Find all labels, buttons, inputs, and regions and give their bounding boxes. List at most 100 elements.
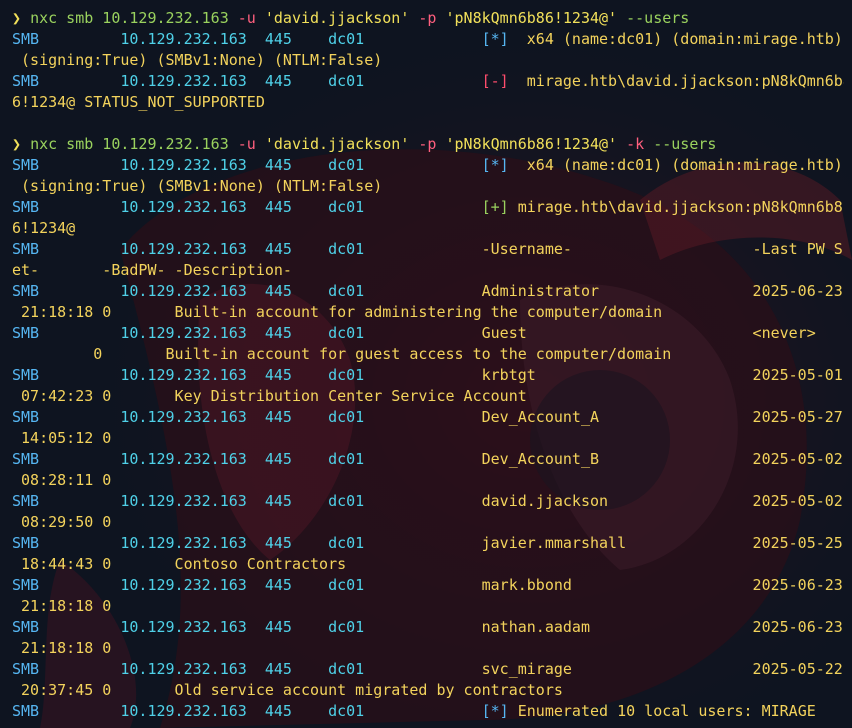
- terminal-text-segment: SMB: [12, 198, 40, 216]
- terminal-text-segment: (signing:True) (SMBv1:None) (NTLM:False): [12, 51, 383, 69]
- terminal-text-segment: 6!1234@ STATUS_NOT_SUPPORTED: [12, 93, 265, 111]
- terminal-line: ❯ nxc smb 10.129.232.163 -u 'david.jjack…: [12, 134, 844, 155]
- terminal-text-segment: 'david.jjackson': [255, 135, 419, 153]
- terminal-text-segment: Enumerated 10 local users: MIRAGE: [517, 702, 816, 720]
- terminal-line: SMB 10.129.232.163 445 dc01 [-] mirage.h…: [12, 71, 844, 92]
- terminal-line: 14:05:12 0: [12, 428, 844, 449]
- terminal-text-segment: Administrator 2025-06-23: [472, 282, 843, 300]
- terminal-text-segment: Dev_Account_A 2025-05-27: [472, 408, 843, 426]
- terminal-text-segment: x64 (name:dc01) (domain:mirage.htb): [517, 30, 843, 48]
- terminal-text-segment: 10.129.232.163 445 dc01: [39, 198, 473, 216]
- terminal-text-segment: 10.129.232.163 445 dc01: [39, 408, 473, 426]
- terminal-text-segment: Guest <never>: [472, 324, 816, 342]
- terminal-line: 18:44:43 0 Contoso Contractors: [12, 554, 844, 575]
- terminal-text-segment: 10.129.232.163 445 dc01: [39, 576, 473, 594]
- terminal-text-segment: SMB: [12, 240, 40, 258]
- terminal-line: SMB 10.129.232.163 445 dc01 Dev_Account_…: [12, 407, 844, 428]
- terminal-text-segment: SMB: [12, 408, 40, 426]
- terminal-text-segment: SMB: [12, 492, 40, 510]
- terminal-text-segment: SMB: [12, 324, 40, 342]
- terminal-line: (signing:True) (SMBv1:None) (NTLM:False): [12, 176, 844, 197]
- terminal-line: 20:37:45 0 Old service account migrated …: [12, 680, 844, 701]
- terminal-text-segment: SMB: [12, 366, 40, 384]
- terminal-line: et- -BadPW- -Description-: [12, 260, 844, 281]
- terminal-line: SMB 10.129.232.163 445 dc01 -Username- -…: [12, 239, 844, 260]
- terminal-text-segment: 10.129.232.163 445 dc01: [39, 618, 473, 636]
- terminal-text-segment: --users: [644, 135, 717, 153]
- terminal-text-segment: -u: [237, 9, 256, 27]
- terminal-text-segment: 10.129.232.163 445 dc01: [39, 702, 473, 720]
- terminal-text-segment: [*]: [472, 30, 518, 48]
- terminal-text-segment: mirage.htb\david.jjackson:pN8kQmn6b8: [517, 72, 844, 90]
- terminal-text-segment: javier.mmarshall 2025-05-25: [472, 534, 843, 552]
- terminal-text-segment: et- -BadPW- -Description-: [12, 261, 292, 279]
- terminal-text-segment: 6!1234@: [12, 219, 76, 237]
- terminal-line: 21:18:18 0: [12, 638, 844, 659]
- terminal-text-segment: david.jjackson 2025-05-02: [472, 492, 843, 510]
- terminal-text-segment: SMB: [12, 576, 40, 594]
- terminal-text-segment: ❯: [12, 135, 31, 153]
- terminal-line: SMB 10.129.232.163 445 dc01 david.jjacks…: [12, 491, 844, 512]
- terminal-text-segment: SMB: [12, 618, 40, 636]
- terminal-text-segment: 21:18:18 0 Built-in account for administ…: [12, 303, 663, 321]
- terminal-text-segment: Dev_Account_B 2025-05-02: [472, 450, 843, 468]
- terminal-line: 08:29:50 0: [12, 512, 844, 533]
- terminal-text-segment: [*]: [472, 702, 518, 720]
- terminal-line: 08:28:11 0: [12, 470, 844, 491]
- terminal-text-segment: 08:29:50 0: [12, 513, 112, 531]
- terminal-text-segment: mark.bbond 2025-06-23: [472, 576, 843, 594]
- terminal-text-segment: 'david.jjackson': [255, 9, 419, 27]
- terminal-text-segment: -u: [237, 135, 256, 153]
- terminal-text-segment: -p: [418, 135, 437, 153]
- terminal-text-segment: SMB: [12, 702, 40, 720]
- terminal-line: SMB 10.129.232.163 445 dc01 [+] mirage.h…: [12, 197, 844, 218]
- terminal-line: SMB 10.129.232.163 445 dc01 [*] x64 (nam…: [12, 29, 844, 50]
- terminal-line: 0 Built-in account for guest access to t…: [12, 344, 844, 365]
- terminal-text-segment: 10.129.232.163 445 dc01: [39, 240, 473, 258]
- terminal-line: 21:18:18 0: [12, 596, 844, 617]
- terminal-text-segment: 08:28:11 0: [12, 471, 112, 489]
- terminal-text-segment: -Username- -Last PW S: [472, 240, 843, 258]
- terminal-line: (signing:True) (SMBv1:None) (NTLM:False): [12, 50, 844, 71]
- terminal-line: SMB 10.129.232.163 445 dc01 [*] x64 (nam…: [12, 155, 844, 176]
- terminal-text-segment: SMB: [12, 156, 40, 174]
- terminal-text-segment: 21:18:18 0: [12, 639, 112, 657]
- terminal-line: 6!1234@: [12, 218, 844, 239]
- terminal-line: SMB 10.129.232.163 445 dc01 javier.mmars…: [12, 533, 844, 554]
- terminal-text-segment: ❯: [12, 9, 31, 27]
- terminal-line: ❯ nxc smb 10.129.232.163 -u 'david.jjack…: [12, 8, 844, 29]
- terminal-text-segment: 10.129.232.163 445 dc01: [39, 72, 473, 90]
- terminal-text-segment: SMB: [12, 282, 40, 300]
- terminal-text-segment: mirage.htb\david.jjackson:pN8kQmn6b8: [517, 198, 843, 216]
- terminal-line: 6!1234@ STATUS_NOT_SUPPORTED: [12, 92, 844, 113]
- terminal-text-segment: SMB: [12, 30, 40, 48]
- terminal-text-segment: 21:18:18 0: [12, 597, 112, 615]
- terminal-text-segment: 14:05:12 0: [12, 429, 112, 447]
- terminal-text-segment: --users: [626, 9, 690, 27]
- terminal-line: SMB 10.129.232.163 445 dc01 Dev_Account_…: [12, 449, 844, 470]
- terminal-text-segment: 10.129.232.163 445 dc01: [39, 450, 473, 468]
- terminal-line: SMB 10.129.232.163 445 dc01 Administrato…: [12, 281, 844, 302]
- terminal-line: SMB 10.129.232.163 445 dc01 [*] Enumerat…: [12, 701, 844, 722]
- terminal-text-segment: 10.129.232.163 445 dc01: [39, 30, 473, 48]
- terminal-text-segment: nathan.aadam 2025-06-23: [472, 618, 843, 636]
- terminal-text-segment: 10.129.232.163 445 dc01: [39, 282, 473, 300]
- terminal-text-segment: krbtgt 2025-05-01: [472, 366, 843, 384]
- terminal-text-segment: 10.129.232.163 445 dc01: [39, 324, 473, 342]
- terminal-text-segment: 10.129.232.163 445 dc01: [39, 492, 473, 510]
- terminal-line: SMB 10.129.232.163 445 dc01 nathan.aadam…: [12, 617, 844, 638]
- terminal-line: SMB 10.129.232.163 445 dc01 svc_mirage 2…: [12, 659, 844, 680]
- terminal-text-segment: 10.129.232.163 445 dc01: [39, 156, 473, 174]
- terminal-output[interactable]: ❯ nxc smb 10.129.232.163 -u 'david.jjack…: [12, 8, 844, 722]
- terminal-text-segment: 10.129.232.163 445 dc01: [39, 534, 473, 552]
- terminal-text-segment: SMB: [12, 534, 40, 552]
- terminal-text-segment: (signing:True) (SMBv1:None) (NTLM:False): [12, 177, 383, 195]
- terminal-line: SMB 10.129.232.163 445 dc01 krbtgt 2025-…: [12, 365, 844, 386]
- terminal-text-segment: [+]: [472, 198, 518, 216]
- terminal-text-segment: [-]: [472, 72, 518, 90]
- terminal-line: 21:18:18 0 Built-in account for administ…: [12, 302, 844, 323]
- terminal-text-segment: nxc smb 10.129.232.163: [30, 9, 238, 27]
- terminal-text-segment: -p: [418, 9, 437, 27]
- terminal-text-segment: 10.129.232.163 445 dc01: [39, 660, 473, 678]
